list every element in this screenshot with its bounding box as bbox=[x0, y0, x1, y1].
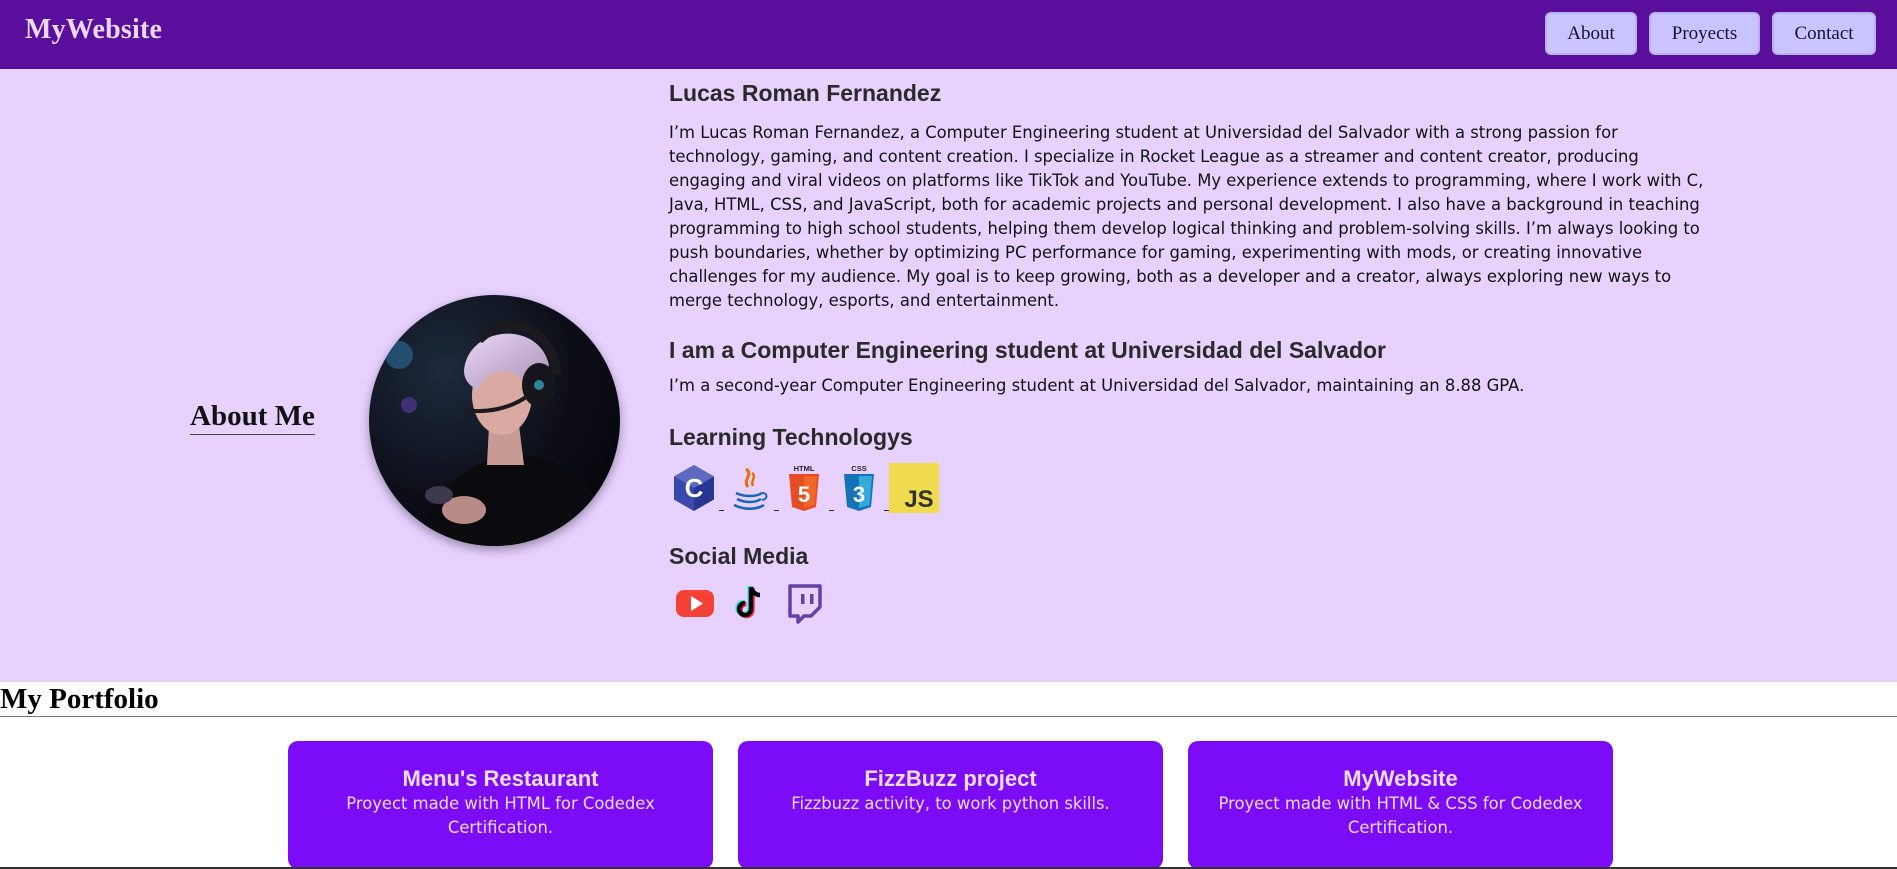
social-heading: Social Media bbox=[669, 543, 809, 569]
svg-text:3: 3 bbox=[853, 482, 865, 507]
svg-text:C: C bbox=[685, 473, 704, 503]
project-card[interactable]: FizzBuzz project Fizzbuzz activity, to w… bbox=[738, 741, 1163, 869]
project-card[interactable]: MyWebsite Proyect made with HTML & CSS f… bbox=[1188, 741, 1613, 869]
css3-icon[interactable]: CSS 3 bbox=[834, 463, 884, 513]
student-heading: I am a Computer Engineering student at U… bbox=[669, 337, 1386, 363]
name-heading: Lucas Roman Fernandez bbox=[669, 80, 942, 106]
svg-text:CSS: CSS bbox=[851, 464, 866, 473]
student-paragraph: I’m a second-year Computer Engineering s… bbox=[669, 376, 1525, 395]
portfolio-divider bbox=[0, 716, 1897, 717]
c-icon[interactable]: C bbox=[669, 463, 719, 513]
svg-text:5: 5 bbox=[798, 482, 810, 507]
project-card-title: FizzBuzz project bbox=[864, 766, 1037, 791]
project-card-desc: Proyect made with HTML & CSS for Codedex… bbox=[1218, 794, 1583, 837]
learning-heading: Learning Technologys bbox=[669, 424, 913, 450]
project-card-desc: Fizzbuzz activity, to work python skills… bbox=[791, 794, 1110, 813]
project-card[interactable]: Menu's Restaurant Proyect made with HTML… bbox=[288, 741, 713, 869]
java-icon[interactable] bbox=[724, 463, 774, 513]
nav-contact-button[interactable]: Contact bbox=[1772, 12, 1876, 55]
nav-about-button[interactable]: About bbox=[1545, 12, 1637, 55]
about-me-title: About Me bbox=[190, 399, 315, 435]
profile-photo bbox=[369, 295, 620, 546]
profile-photo-image bbox=[369, 295, 620, 546]
twitch-icon[interactable] bbox=[782, 581, 826, 625]
site-brand[interactable]: MyWebsite bbox=[25, 14, 162, 46]
portfolio-title: My Portfolio bbox=[0, 683, 159, 715]
svg-text:HTML: HTML bbox=[794, 464, 815, 473]
html5-icon[interactable]: HTML 5 bbox=[779, 463, 829, 513]
top-navbar: MyWebsite About Proyects Contact bbox=[0, 0, 1897, 69]
project-card-title: MyWebsite bbox=[1343, 766, 1458, 791]
project-card-title: Menu's Restaurant bbox=[402, 766, 599, 791]
javascript-icon[interactable]: JS bbox=[889, 463, 939, 513]
nav-proyects-button[interactable]: Proyects bbox=[1649, 12, 1760, 55]
project-card-desc: Proyect made with HTML for Codedex Certi… bbox=[346, 794, 655, 837]
about-section: About Me Lucas Roman Fernandez I’m Lucas… bbox=[0, 69, 1897, 682]
tiktok-icon[interactable] bbox=[727, 581, 771, 625]
bio-paragraph: I’m Lucas Roman Fernandez, a Computer En… bbox=[669, 123, 1704, 310]
youtube-icon[interactable] bbox=[673, 581, 717, 625]
svg-text:JS: JS bbox=[904, 486, 933, 513]
